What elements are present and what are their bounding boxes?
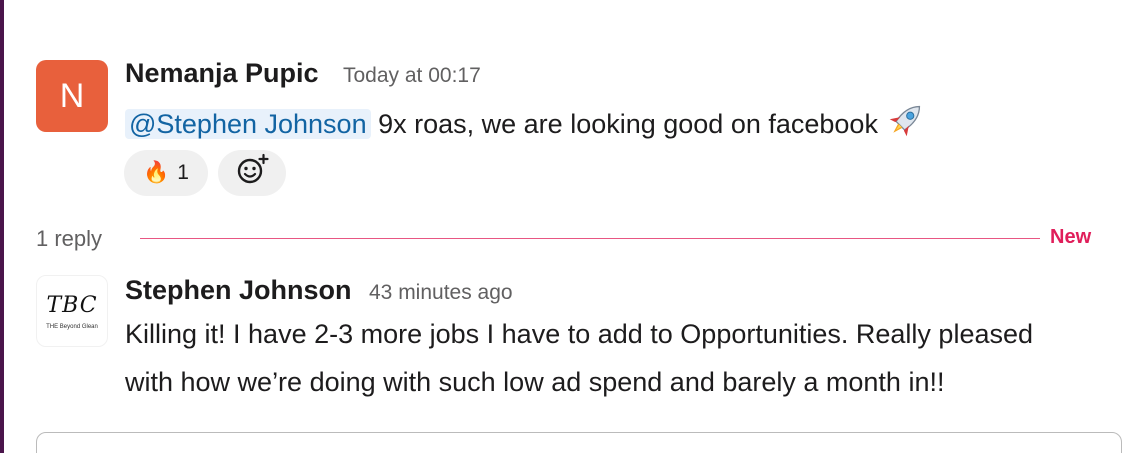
user-mention[interactable]: @Stephen Johnson — [125, 109, 371, 140]
message-text: 9x roas, we are looking good on facebook — [378, 109, 878, 140]
sender-name[interactable]: Stephen Johnson — [125, 275, 352, 306]
message-timestamp[interactable]: 43 minutes ago — [369, 281, 513, 305]
avatar[interactable]: TBC THE Beyond Glean — [36, 275, 108, 347]
sender-name[interactable]: Nemanja Pupic — [125, 58, 319, 89]
new-label: New — [1050, 226, 1092, 248]
sidebar-edge — [0, 0, 4, 453]
tbc-logo-subtext: THE Beyond Glean — [46, 323, 98, 330]
add-emoji-icon — [235, 153, 269, 193]
new-messages-divider — [140, 238, 1040, 239]
avatar[interactable]: N — [36, 60, 108, 132]
reply-count[interactable]: 1 reply — [36, 226, 102, 252]
add-reaction-button[interactable] — [218, 150, 286, 196]
message-line-2: with how we’re doing with such low ad sp… — [125, 367, 945, 397]
message-composer[interactable] — [36, 432, 1122, 453]
message-body: @Stephen Johnson 9x roas, we are looking… — [125, 98, 928, 154]
reaction-count: 1 — [177, 161, 189, 184]
rocket-icon — [884, 98, 928, 154]
fire-icon: 🔥 — [143, 161, 170, 184]
message-timestamp[interactable]: Today at 00:17 — [343, 64, 481, 88]
message-line-1: Killing it! I have 2-3 more jobs I have … — [125, 319, 1034, 349]
tbc-logo: TBC — [46, 292, 98, 318]
reaction-fire[interactable]: 🔥 1 — [124, 150, 208, 196]
avatar-initial: N — [59, 76, 85, 115]
